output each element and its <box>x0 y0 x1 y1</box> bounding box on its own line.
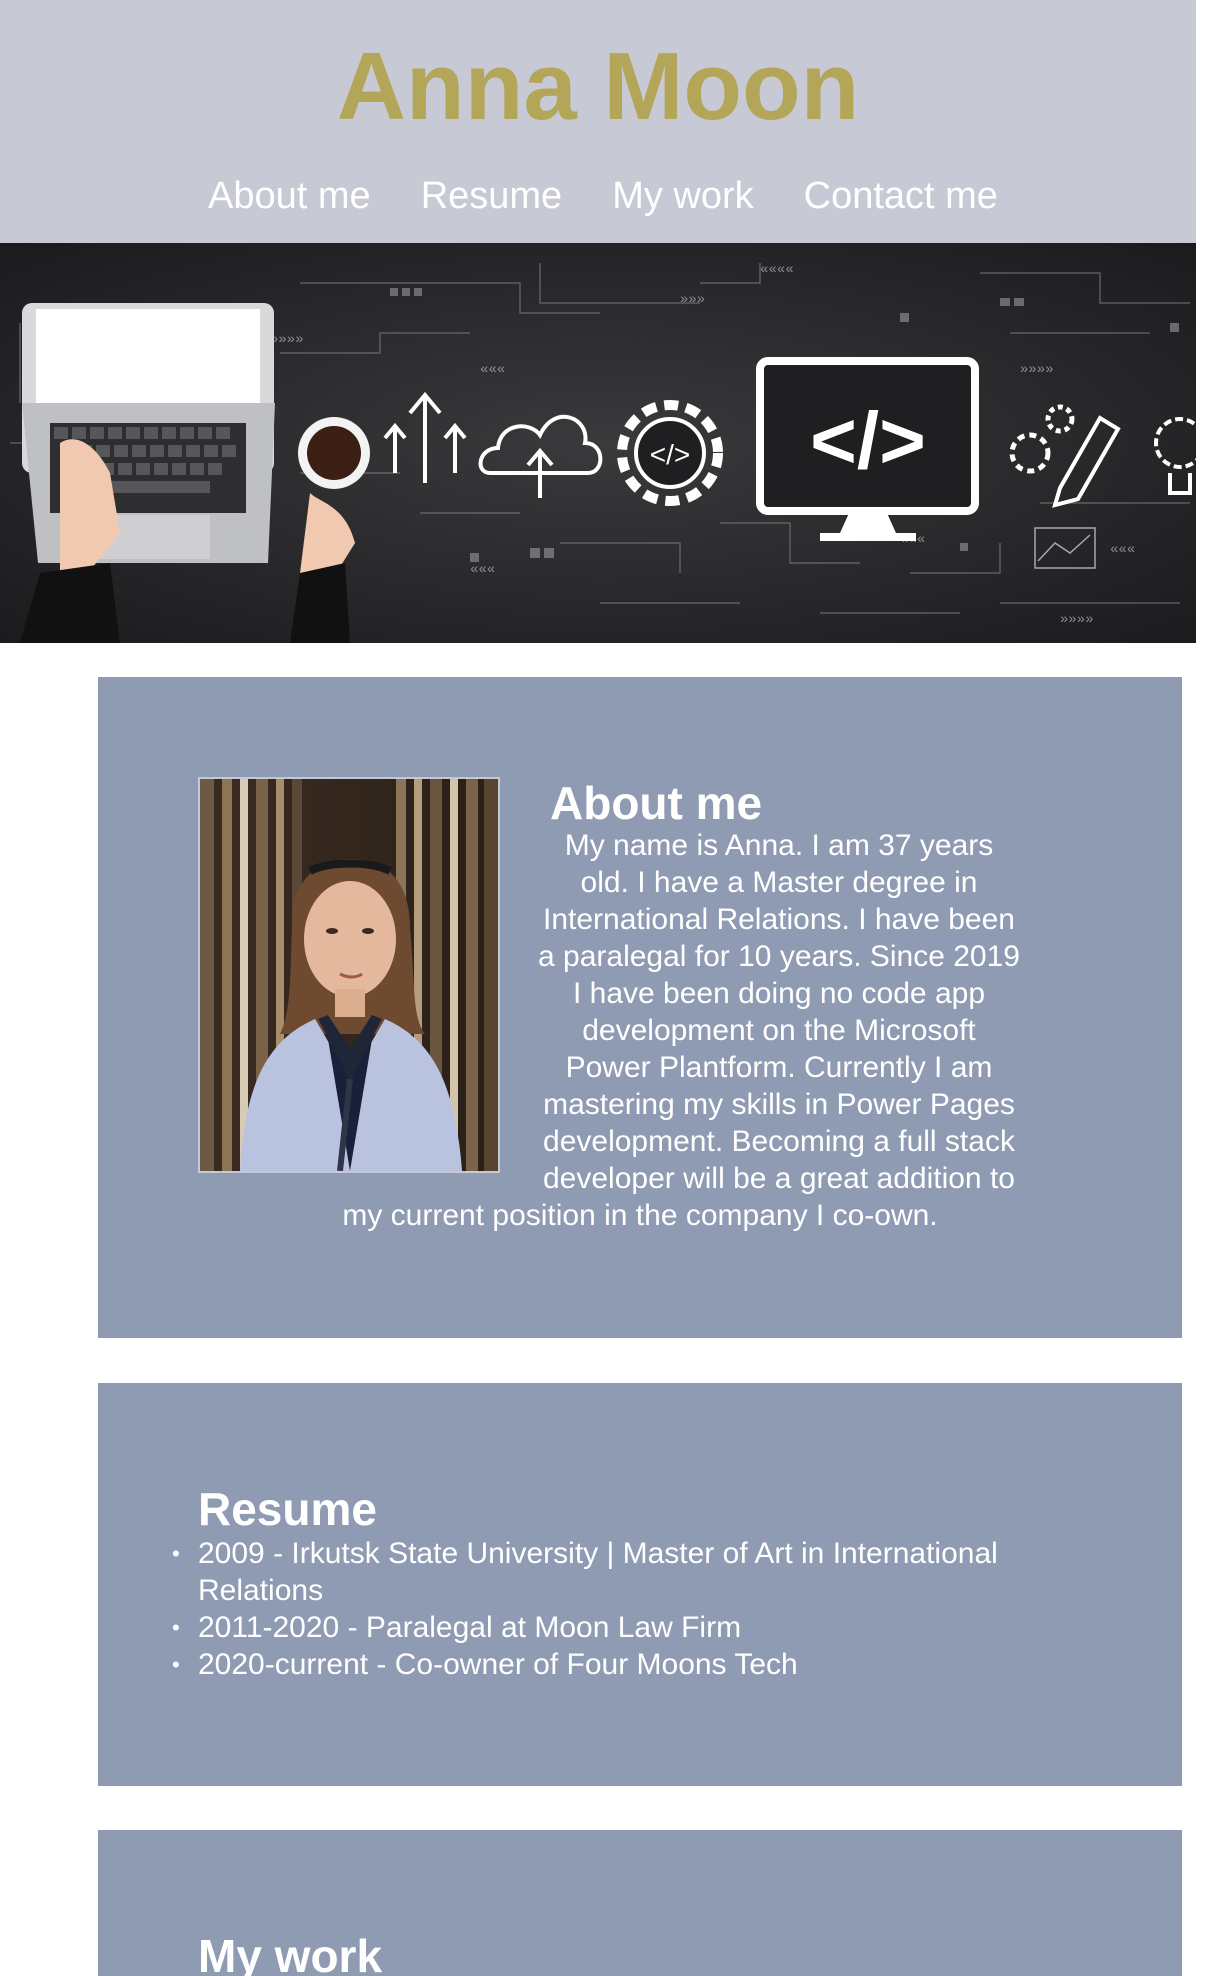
hero-banner: ««« «««« ««« ««« ««« »»»» »»»» »»»» »»» <box>0 243 1206 643</box>
resume-item-text: 2020-current - Co-owner of Four Moons Te… <box>198 1648 798 1681</box>
bullet-icon: • <box>172 1541 180 1566</box>
page-right-edge <box>1196 0 1206 1976</box>
nav-link-contact[interactable]: Contact me <box>804 168 998 224</box>
nav-link-about[interactable]: About me <box>208 168 371 224</box>
svg-text:«««: ««« <box>470 562 495 578</box>
resume-item: • 2011-2020 - Paralegal at Moon Law Firm <box>172 1609 1078 1646</box>
svg-text:»»»»: »»»» <box>270 332 304 348</box>
svg-text:««««: «««« <box>760 262 794 278</box>
resume-item-text: 2009 - Irkutsk State University | Master… <box>198 1537 998 1607</box>
photo-float-spacer <box>260 827 538 1197</box>
svg-text:»»»»: »»»» <box>1060 612 1094 628</box>
resume-section: Resume • 2009 - Irkutsk State University … <box>98 1383 1182 1786</box>
nav-link-resume[interactable]: Resume <box>421 168 563 224</box>
about-heading: About me <box>550 777 763 829</box>
resume-item: • 2020-current - Co-owner of Four Moons T… <box>172 1646 1078 1683</box>
resume-item: • 2009 - Irkutsk State University | Maste… <box>172 1535 1078 1609</box>
bullet-icon: • <box>172 1615 180 1640</box>
bullet-icon: • <box>172 1652 180 1677</box>
my-work-heading: My work <box>198 1930 383 1976</box>
svg-text:»»»»: »»»» <box>1020 362 1054 378</box>
svg-text:</>: </> <box>650 439 690 470</box>
resume-item-text: 2011-2020 - Paralegal at Moon Law Firm <box>198 1611 742 1644</box>
resume-list: • 2009 - Irkutsk State University | Maste… <box>172 1535 1078 1683</box>
nav-link-my-work[interactable]: My work <box>612 168 753 224</box>
svg-text:«««: ««« <box>1110 542 1135 558</box>
svg-text:«««: ««« <box>480 362 505 378</box>
about-body: My name is Anna. I am 37 years old. I ha… <box>260 827 1020 1234</box>
about-section: About me My name is Anna. I am 37 years … <box>98 677 1182 1338</box>
site-header: Anna Moon About me Resume My work Contact m… <box>0 0 1206 243</box>
resume-heading: Resume <box>198 1483 377 1535</box>
my-work-section: My work <box>98 1830 1182 1976</box>
monitor-code-icon: </> <box>756 357 979 541</box>
main-nav: About me Resume My work Contact me <box>0 168 1206 224</box>
svg-text:</>: </> <box>810 396 926 485</box>
svg-text:»»»: »»» <box>680 292 705 308</box>
hero-illustration: ««« «««« ««« ««« ««« »»»» »»»» »»»» »»» <box>0 243 1206 643</box>
page: Anna Moon About me Resume My work Contact m… <box>0 0 1206 1976</box>
site-title: Anna Moon <box>336 33 860 140</box>
